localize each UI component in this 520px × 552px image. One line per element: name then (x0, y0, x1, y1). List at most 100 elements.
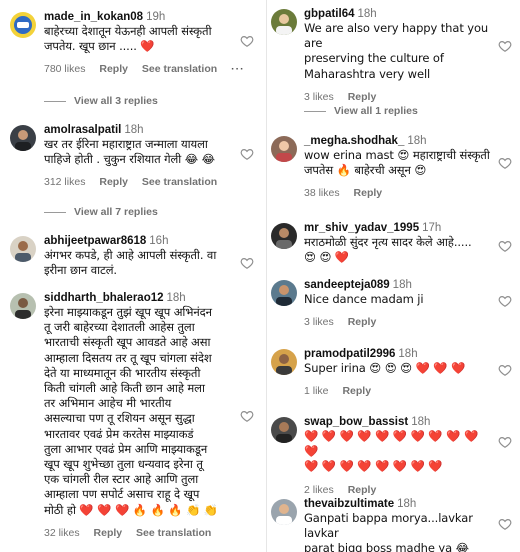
comment-likes[interactable]: 312 likes (44, 176, 85, 188)
comment-meta: 38 likes Reply (304, 187, 494, 199)
comment-body: thevaibzultimate 18h Ganpati bappa morya.… (304, 497, 494, 552)
comment-body: made_in_kokan08 19h बाहेरच्या देशातून येऊ… (44, 10, 244, 75)
avatar[interactable] (10, 236, 36, 262)
comment-username[interactable]: made_in_kokan08 (44, 11, 143, 23)
comment-username[interactable]: gbpatil64 (304, 8, 354, 20)
avatar[interactable] (271, 499, 297, 525)
comment-text: We are also very happy that you are pres… (304, 21, 489, 81)
avatar[interactable] (271, 9, 297, 35)
avatar-image (271, 417, 297, 443)
more-options-icon[interactable]: ··· (231, 63, 245, 75)
comment-text: खर तर ईरिना महाराष्ट्रात जन्माला यायला प… (44, 137, 215, 167)
comment-time: 18h (357, 8, 377, 20)
reply-button[interactable]: Reply (99, 176, 128, 188)
comment-time: 18h (411, 416, 431, 428)
heart-icon[interactable] (498, 435, 512, 449)
avatar-image (271, 349, 297, 375)
avatar-image (10, 12, 36, 38)
avatar-image (10, 236, 36, 262)
avatar-image (10, 293, 36, 319)
reply-button[interactable]: Reply (342, 385, 371, 397)
see-translation-button[interactable]: See translation (142, 63, 217, 75)
comment-username[interactable]: pramodpatil2996 (304, 348, 395, 360)
reply-button[interactable]: Reply (348, 316, 377, 328)
comment-body: swap_bow_bassist 18h ❤️ ❤️ ❤️ ❤️ ❤️ ❤️ ❤️… (304, 415, 494, 496)
comment-likes[interactable]: 3 likes (304, 91, 334, 103)
heart-icon[interactable] (498, 517, 512, 531)
comment-likes[interactable]: 1 like (304, 385, 329, 397)
divider (44, 100, 66, 102)
avatar[interactable] (10, 293, 36, 319)
see-translation-button[interactable]: See translation (142, 176, 217, 188)
comment-meta: 2 likes Reply (304, 484, 494, 496)
comment-meta: 780 likes Reply See translation ··· (44, 63, 244, 75)
comment-username[interactable]: mr_shiv_yadav_1995 (304, 222, 419, 234)
comment-text: इरेना माझ्याकडून तुझं खूप खूप अभिनंदन तू… (44, 305, 219, 517)
comment-username[interactable]: siddharth_bhalerao12 (44, 292, 164, 304)
comment-body: gbpatil64 18h We are also very happy that… (304, 7, 494, 103)
comment-likes[interactable]: 32 likes (44, 527, 80, 539)
avatar[interactable] (271, 417, 297, 443)
heart-icon[interactable] (240, 256, 254, 270)
comment-time: 19h (146, 11, 166, 23)
comment-username[interactable]: _megha.shodhak_ (304, 135, 404, 147)
divider (44, 211, 66, 213)
comment-username[interactable]: abhijeetpawar8618 (44, 235, 146, 247)
comment-text: Ganpati bappa morya...lavkar lavkar para… (304, 511, 473, 552)
comment-time: 18h (124, 124, 144, 136)
heart-icon[interactable] (498, 363, 512, 377)
comment-username[interactable]: amolrasalpatil (44, 124, 121, 136)
comment-meta: 3 likes Reply (304, 91, 494, 103)
comment-time: 18h (166, 292, 186, 304)
avatar-image (271, 280, 297, 306)
view-replies-button[interactable]: View all 1 replies (304, 105, 418, 117)
avatar[interactable] (271, 349, 297, 375)
comment-likes[interactable]: 780 likes (44, 63, 85, 75)
comment-time: 18h (392, 279, 412, 291)
heart-icon[interactable] (240, 34, 254, 48)
view-replies-button[interactable]: View all 7 replies (44, 206, 158, 218)
comment-body: sandeepteja089 18h Nice dance madam ji 3 … (304, 278, 494, 328)
comments-column-right: gbpatil64 18h We are also very happy that… (266, 0, 520, 552)
comment-body: abhijeetpawar8618 16h अंगभर कपडे, ही आहे … (44, 234, 236, 278)
avatar-image (271, 223, 297, 249)
comment-time: 18h (407, 135, 427, 147)
view-replies-button[interactable]: View all 3 replies (44, 95, 158, 107)
heart-icon[interactable] (498, 294, 512, 308)
reply-button[interactable]: Reply (354, 187, 383, 199)
comment-username[interactable]: swap_bow_bassist (304, 416, 408, 428)
comment-likes[interactable]: 38 likes (304, 187, 340, 199)
heart-icon[interactable] (240, 147, 254, 161)
comment-text: ❤️ ❤️ ❤️ ❤️ ❤️ ❤️ ❤️ ❤️ ❤️ ❤️ ❤️ ❤️ ❤️ ❤… (304, 429, 479, 474)
reply-button[interactable]: Reply (348, 91, 377, 103)
comment-text: अंगभर कपडे, ही आहे आपली संस्कृती. वा इरी… (44, 248, 217, 278)
avatar[interactable] (10, 12, 36, 38)
heart-icon[interactable] (498, 239, 512, 253)
reply-button[interactable]: Reply (348, 484, 377, 496)
view-replies-label: View all 7 replies (74, 206, 158, 218)
avatar-image (271, 136, 297, 162)
reply-button[interactable]: Reply (94, 527, 123, 539)
comment-username[interactable]: sandeepteja089 (304, 279, 390, 291)
view-replies-label: View all 1 replies (334, 105, 418, 117)
comment-username[interactable]: thevaibzultimate (304, 498, 394, 510)
comment-text: wow erina mast 😍 महाराष्ट्राची संस्कृती … (304, 148, 490, 178)
comment-text: Super irina 😍 😍 😍 ❤️ ❤️ ❤️ (304, 361, 466, 375)
heart-icon[interactable] (240, 409, 254, 423)
reply-button[interactable]: Reply (99, 63, 128, 75)
avatar[interactable] (271, 223, 297, 249)
heart-icon[interactable] (498, 156, 512, 170)
comment-likes[interactable]: 2 likes (304, 484, 334, 496)
comment-time: 18h (398, 348, 418, 360)
avatar[interactable] (271, 136, 297, 162)
heart-icon[interactable] (498, 39, 512, 53)
avatar[interactable] (271, 280, 297, 306)
comments-column-left: made_in_kokan08 19h बाहेरच्या देशातून येऊ… (0, 0, 262, 552)
comment-text: मराठमोळी सुंदर नृत्य सादर केले आहे..... … (304, 235, 472, 265)
comment-likes[interactable]: 3 likes (304, 316, 334, 328)
comment-meta: 312 likes Reply See translation (44, 176, 236, 188)
see-translation-button[interactable]: See translation (136, 527, 211, 539)
avatar[interactable] (10, 125, 36, 151)
comment-text: बाहेरच्या देशातून येऊनही आपली संस्कृती ज… (44, 24, 212, 54)
comment-text: Nice dance madam ji (304, 292, 424, 306)
